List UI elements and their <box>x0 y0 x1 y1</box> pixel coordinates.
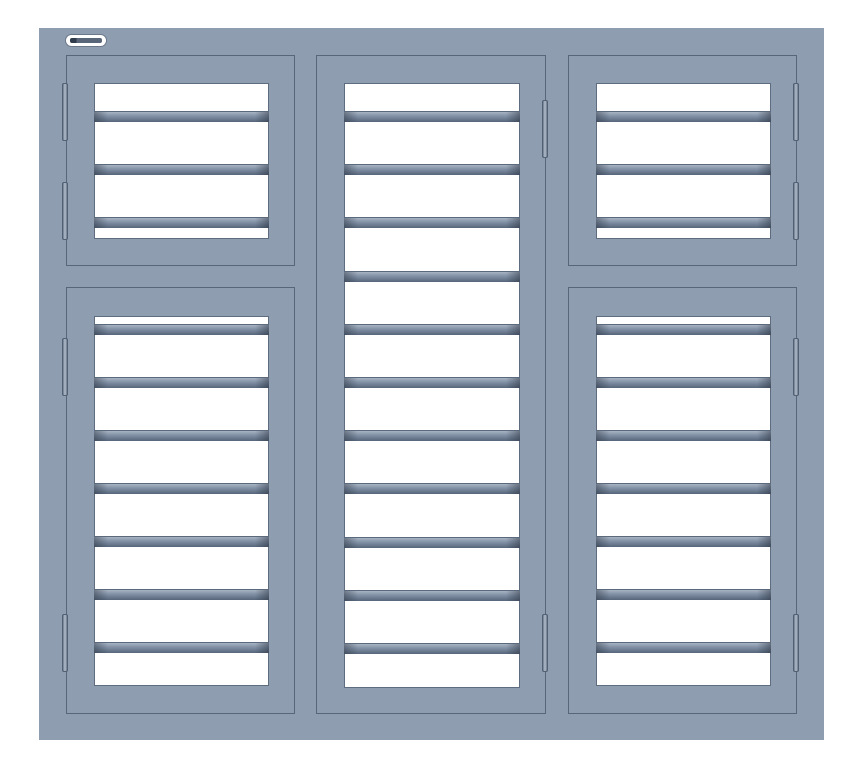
grille-bar <box>94 217 269 228</box>
brand-logo-icon <box>66 35 106 46</box>
hinge-icon <box>62 338 68 396</box>
grille-bar <box>596 536 771 547</box>
hinge-icon <box>793 338 799 396</box>
grille-bar <box>596 483 771 494</box>
brand-logo-mark <box>70 38 102 43</box>
grille-bar <box>596 164 771 175</box>
grille-bar <box>596 111 771 122</box>
hinge-icon <box>62 182 68 240</box>
panel-top-left <box>66 55 295 266</box>
panel-bottom-left-glass <box>94 316 269 686</box>
grille-bar <box>344 270 520 282</box>
grille-bar <box>94 111 269 122</box>
grille-bar <box>596 217 771 228</box>
grille-bar <box>344 430 520 442</box>
grille-bar <box>94 642 269 653</box>
grille-bar <box>596 642 771 653</box>
hinge-icon <box>793 83 799 141</box>
grille-bar <box>344 323 520 335</box>
grille-bar <box>94 483 269 494</box>
hinge-icon <box>62 83 68 141</box>
panel-bottom-right <box>568 287 797 714</box>
grille-bar <box>596 589 771 600</box>
hinge-icon <box>542 100 548 158</box>
grille-bar <box>344 643 520 654</box>
panel-center <box>316 55 546 714</box>
grille-bar <box>94 164 269 175</box>
panel-bottom-right-glass <box>596 316 771 686</box>
grille-bar <box>596 430 771 441</box>
grille-bar <box>344 164 520 176</box>
panel-top-right-glass <box>596 83 771 239</box>
grille-bar <box>94 324 269 335</box>
panel-center-glass <box>344 83 520 688</box>
grille-bar <box>344 217 520 229</box>
grille-bar <box>94 377 269 388</box>
grille-bar <box>94 589 269 600</box>
grille-bar <box>344 377 520 388</box>
hinge-icon <box>793 614 799 672</box>
hinge-icon <box>542 614 548 672</box>
hinge-icon <box>62 614 68 672</box>
grille-bar <box>94 536 269 547</box>
grille-bar <box>344 536 520 548</box>
grille-bar <box>344 589 520 601</box>
grille-bar <box>344 483 520 495</box>
hinge-icon <box>793 182 799 240</box>
grille-bar <box>344 111 520 122</box>
panel-bottom-left <box>66 287 295 714</box>
panel-top-left-glass <box>94 83 269 239</box>
grille-bar <box>596 324 771 335</box>
grille-bar <box>596 377 771 388</box>
panel-top-right <box>568 55 797 266</box>
grille-bar <box>94 430 269 441</box>
